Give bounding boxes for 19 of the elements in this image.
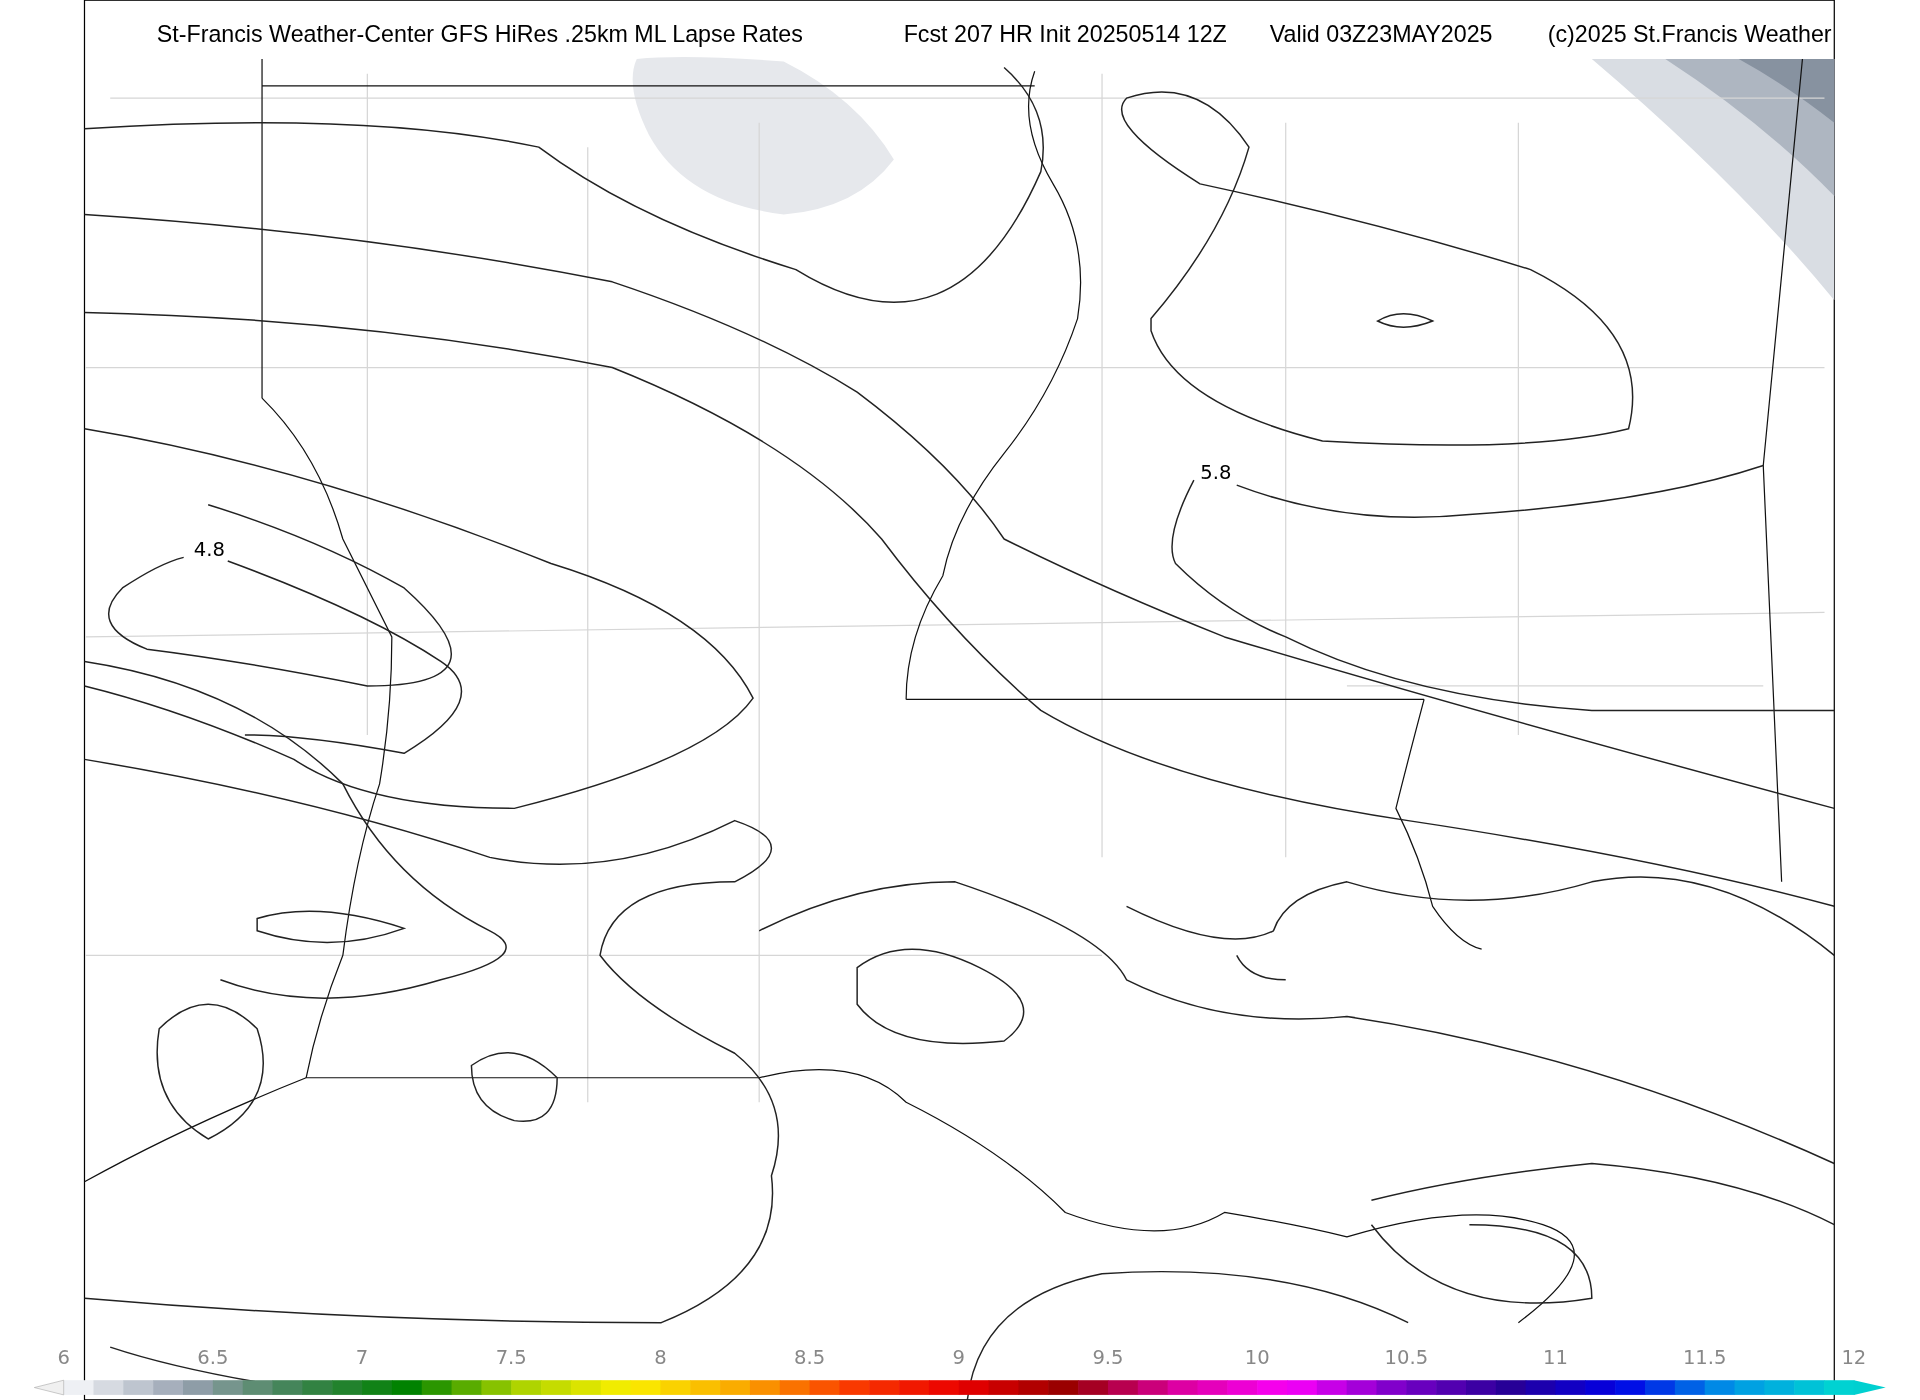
- colorbar-tick-label: 12: [1841, 1346, 1867, 1370]
- colorbar-tick-label: 6: [57, 1346, 70, 1370]
- colorbar-tick-label: 10: [1244, 1346, 1270, 1370]
- colorbar-tick-label: 11: [1543, 1346, 1568, 1370]
- colorbar-tick-label: 7: [355, 1346, 369, 1370]
- colorbar-tick-label: 11.5: [1682, 1346, 1727, 1370]
- chart-title: St-Francis Weather-Center GFS HiRes .25km ML Lapse Rates: [156, 20, 803, 47]
- colorbar-tick-label: 9: [952, 1346, 965, 1370]
- chart-title: Fcst 207 HR Init 20250514 12Z: [903, 20, 1227, 47]
- chart-title: (c)2025 St.Francis Weather: [1547, 20, 1832, 47]
- colorbar-tick-label: 10.5: [1384, 1346, 1429, 1370]
- chart-title: Valid 03Z23MAY2025: [1269, 20, 1493, 47]
- colorbar-tick-label: 6.5: [197, 1346, 229, 1370]
- colorbar-tick-label: 7.5: [495, 1346, 527, 1370]
- contour-label: 5.8: [1200, 461, 1232, 484]
- contour-label: 4.8: [193, 538, 225, 562]
- colorbar-tick-label: 8.5: [794, 1346, 826, 1370]
- colorbar-tick-label: 9.5: [1092, 1346, 1124, 1370]
- colorbar-tick-label: 8: [654, 1346, 667, 1370]
